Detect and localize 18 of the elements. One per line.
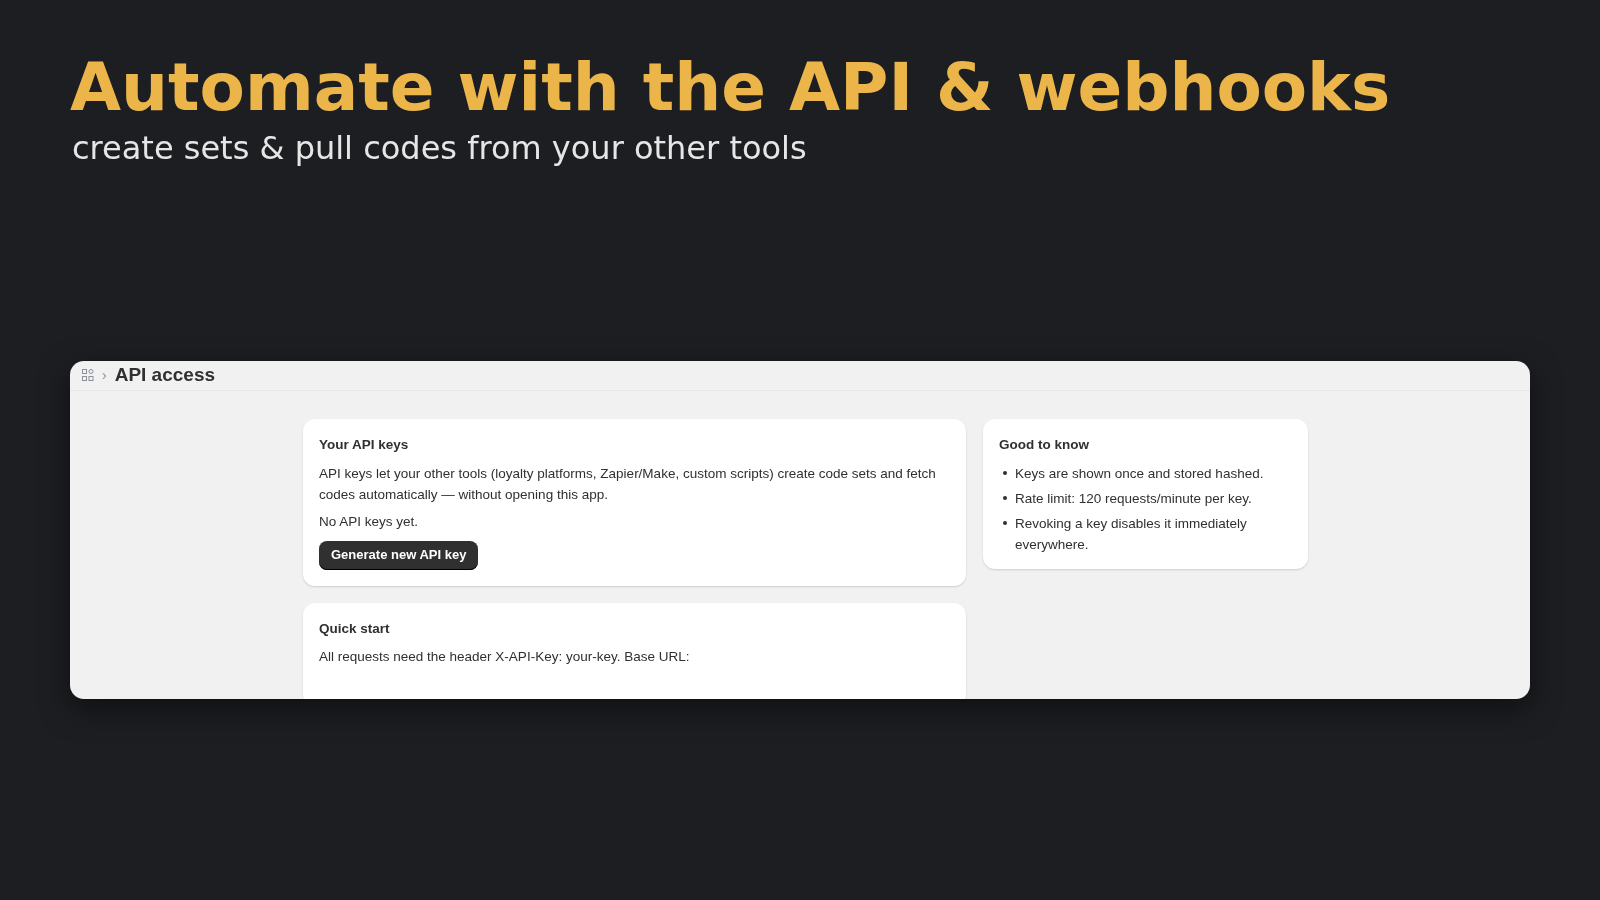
- tip-text: Revoking a key disables it immediately everywhere.: [1015, 514, 1248, 554]
- page-title: API access: [114, 363, 216, 387]
- card-description: All requests need the header X-API-Key: your-key. Base URL:: [319, 647, 691, 666]
- tip-text: Keys are shown once and stored hashed.: [1015, 464, 1264, 483]
- generate-key-button[interactable]: Generate new API key: [319, 540, 479, 570]
- bullet-icon: [1003, 470, 1007, 475]
- subheadline: create sets & pull codes from your other tools: [72, 128, 807, 168]
- tip-text: Rate limit: 120 requests/minute per key.: [1015, 489, 1252, 508]
- bullet-icon: [1003, 495, 1007, 500]
- apps-icon: [82, 369, 94, 382]
- bullet-icon: [1003, 520, 1007, 525]
- empty-state-text: No API keys yet.: [319, 512, 420, 531]
- card-title: Your API keys: [319, 435, 410, 454]
- headline: Automate with the API & webhooks: [70, 48, 1391, 128]
- card-title: Good to know: [999, 435, 1090, 454]
- card-description: API keys let your other tools (loyalty platforms, Zapier/Make, custom scripts) create code sets and fetch codes automatically — without opening this app.: [319, 464, 937, 504]
- card-title: Quick start: [319, 619, 391, 638]
- breadcrumb-separator: ›: [102, 365, 107, 385]
